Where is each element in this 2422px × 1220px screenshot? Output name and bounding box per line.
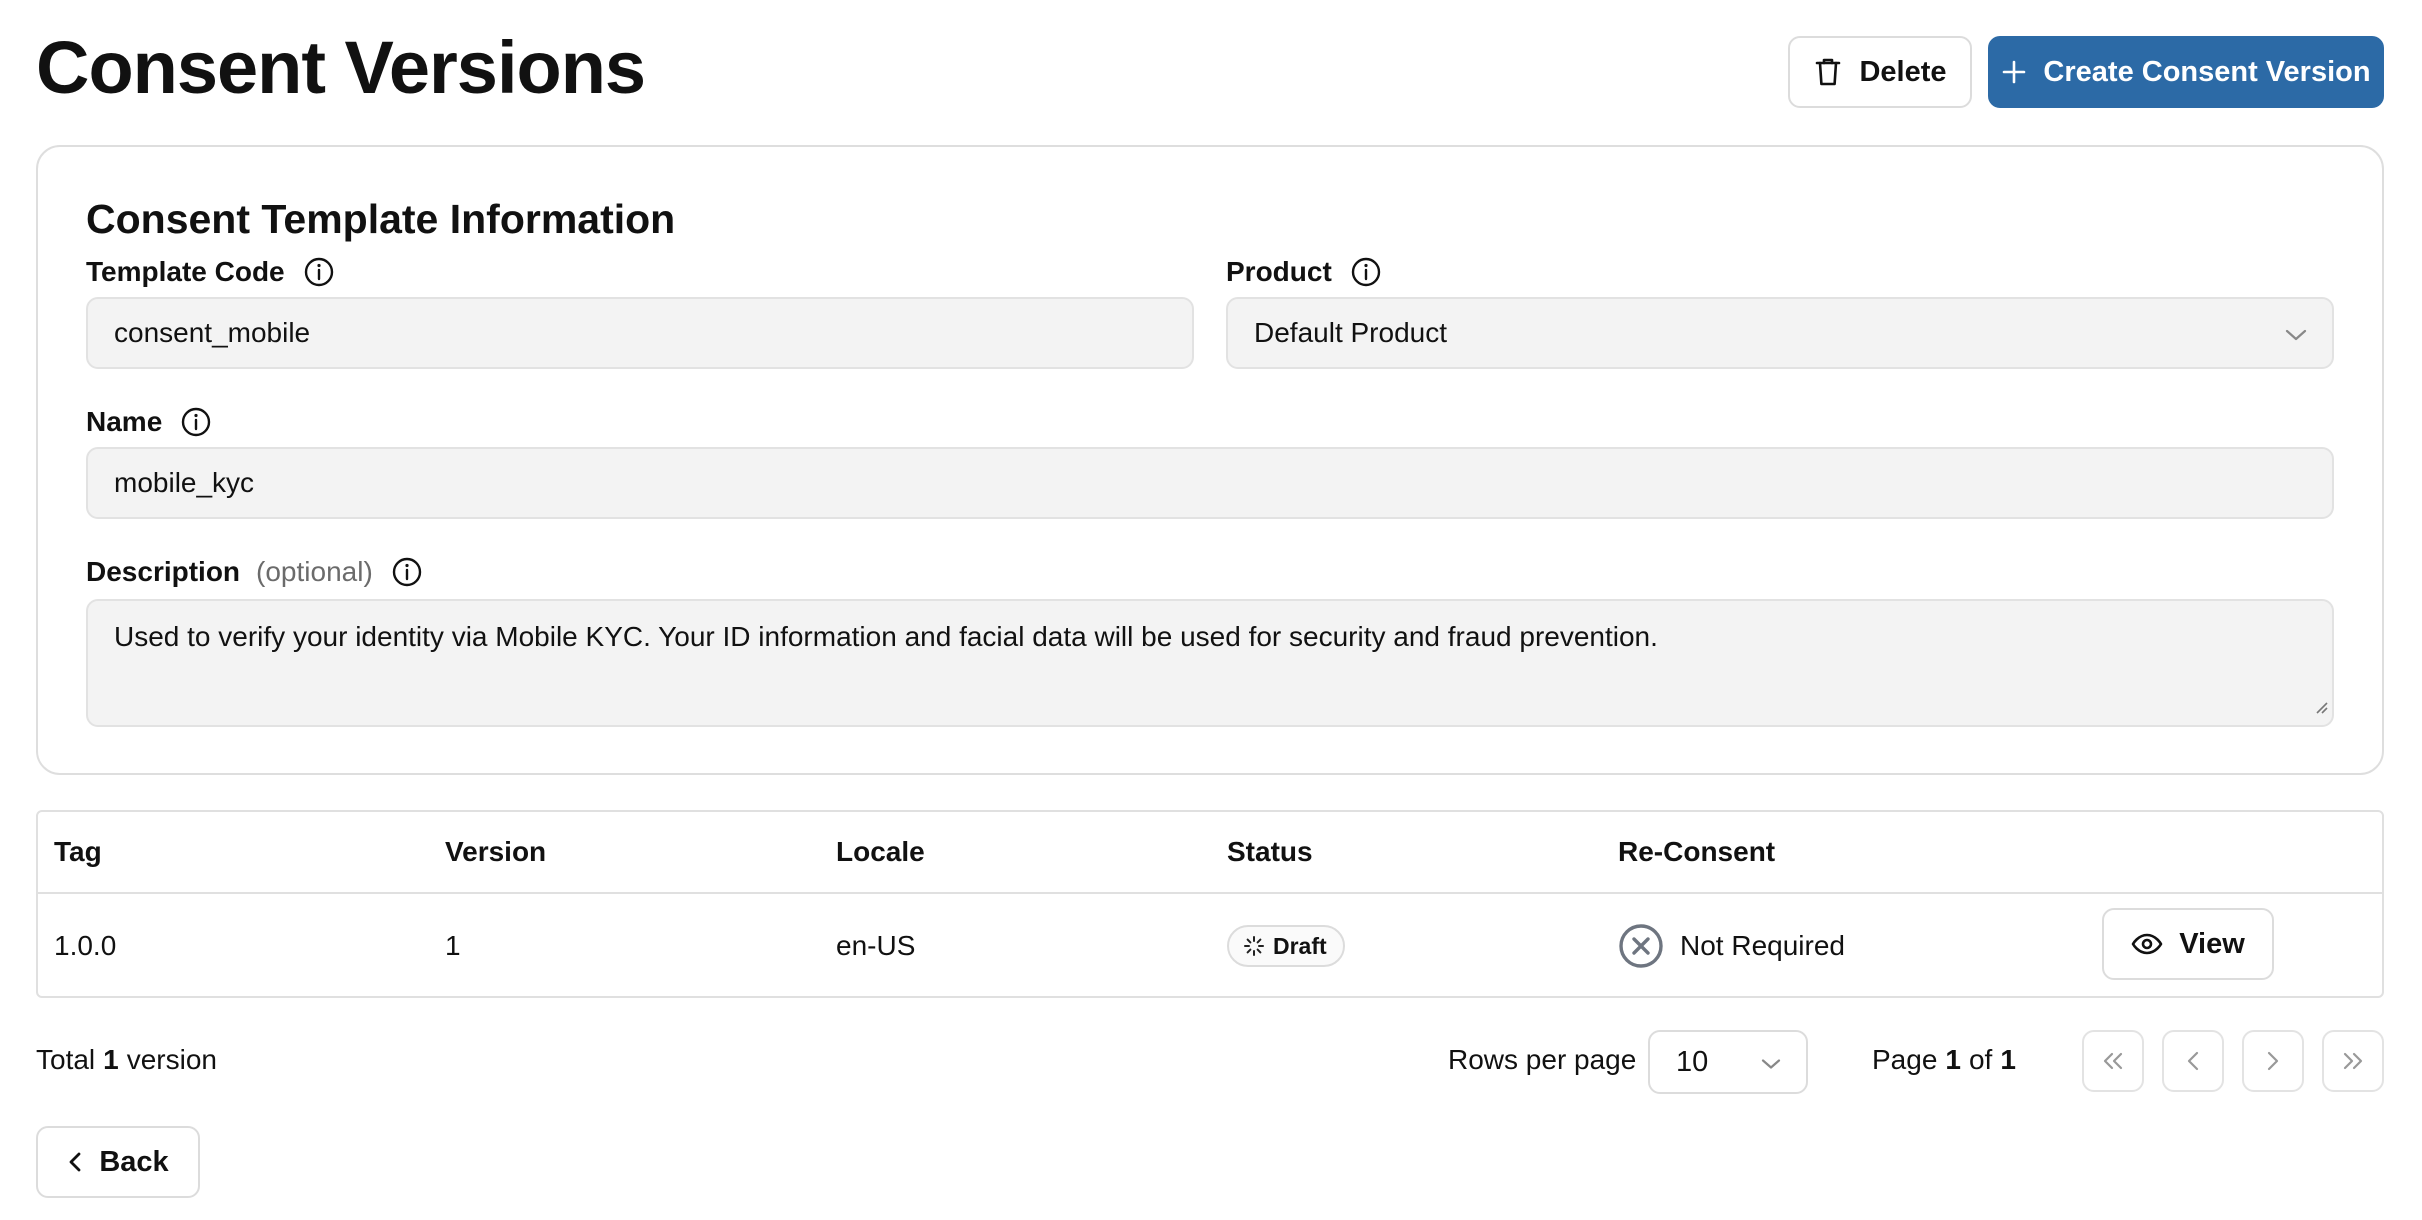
info-icon[interactable]	[303, 256, 335, 288]
next-page-button[interactable]	[2242, 1030, 2304, 1092]
total-count: 1	[103, 1044, 119, 1075]
rows-per-page-select[interactable]: 10	[1648, 1030, 1808, 1094]
create-button-label: Create Consent Version	[2043, 55, 2371, 88]
description-label: Description (optional)	[86, 551, 423, 593]
description-textarea[interactable]: Used to verify your identity via Mobile …	[86, 599, 2334, 727]
chevrons-left-icon	[2101, 1051, 2125, 1071]
status-badge-label: Draft	[1273, 932, 1327, 959]
chevron-left-icon	[67, 1150, 99, 1174]
rows-per-page-value: 10	[1676, 1045, 1709, 1078]
name-field[interactable]: mobile_kyc	[86, 447, 2334, 519]
first-page-button[interactable]	[2082, 1030, 2144, 1092]
back-button[interactable]: Back	[36, 1126, 200, 1198]
info-icon[interactable]	[1350, 256, 1382, 288]
status-badge: Draft	[1227, 925, 1345, 967]
template-code-field[interactable]: consent_mobile	[86, 297, 1194, 369]
product-select[interactable]: Default Product	[1226, 297, 2334, 369]
eye-icon	[2131, 932, 2179, 956]
product-label: Product	[1226, 251, 1382, 293]
description-value: Used to verify your identity via Mobile …	[114, 621, 1658, 652]
total-prefix: Total	[36, 1044, 96, 1075]
column-header-status: Status	[1227, 836, 1313, 867]
name-label: Name	[86, 401, 212, 443]
column-header-tag: Tag	[54, 836, 102, 867]
prev-page-button[interactable]	[2162, 1030, 2224, 1092]
name-value: mobile_kyc	[114, 467, 255, 498]
cell-reconsent: Not Required	[1618, 894, 1845, 998]
name-label-text: Name	[86, 406, 163, 437]
loader-icon	[1243, 935, 1273, 957]
info-icon[interactable]	[180, 406, 212, 438]
resize-handle-icon[interactable]	[2314, 689, 2328, 721]
page-prefix: Page	[1872, 1044, 1938, 1075]
page-current: 1	[1945, 1044, 1961, 1075]
template-code-label: Template Code	[86, 251, 335, 293]
versions-table: Tag Version Locale Status Re-Consent 1.0…	[36, 810, 2384, 998]
page-title: Consent Versions	[36, 26, 646, 109]
card-title: Consent Template Information	[86, 196, 676, 242]
create-consent-version-button[interactable]: Create Consent Version	[1988, 36, 2384, 108]
last-page-button[interactable]	[2322, 1030, 2384, 1092]
delete-button[interactable]: Delete	[1788, 36, 1972, 108]
total-count-text: Total 1 version	[36, 1038, 217, 1082]
column-header-locale: Locale	[836, 836, 925, 867]
optional-hint: (optional)	[256, 556, 373, 587]
delete-button-label: Delete	[1859, 55, 1947, 88]
info-icon[interactable]	[391, 556, 423, 588]
chevrons-right-icon	[2341, 1051, 2365, 1071]
total-suffix: version	[126, 1044, 217, 1075]
chevron-right-icon	[2266, 1050, 2280, 1072]
chevron-down-icon	[1760, 1046, 1782, 1079]
template-info-card: Consent Template Information Template Co…	[36, 145, 2384, 775]
cell-locale: en-US	[836, 930, 916, 961]
page-of: of	[1968, 1044, 1993, 1075]
back-button-label: Back	[99, 1145, 169, 1178]
column-header-reconsent: Re-Consent	[1618, 836, 1776, 867]
cell-tag: 1.0.0	[54, 930, 117, 961]
table-header: Tag Version Locale Status Re-Consent	[38, 812, 2382, 894]
cell-status: Draft	[1227, 894, 1345, 998]
chevron-down-icon	[2284, 317, 2308, 349]
view-button[interactable]: View	[2102, 908, 2274, 980]
rows-per-page-label: Rows per page	[1448, 1044, 1637, 1075]
page-indicator: Page 1 of 1	[1872, 1038, 2024, 1082]
column-header-version: Version	[445, 836, 547, 867]
cell-version: 1	[445, 930, 461, 961]
template-code-value: consent_mobile	[114, 317, 311, 348]
description-label-text: Description	[86, 556, 241, 587]
product-value: Default Product	[1254, 317, 1447, 348]
plus-icon	[2001, 59, 2043, 85]
reconsent-value: Not Required	[1680, 930, 1845, 961]
trash-icon	[1813, 56, 1859, 88]
page-total: 1	[2000, 1044, 2016, 1075]
product-label-text: Product	[1226, 256, 1332, 287]
template-code-label-text: Template Code	[86, 256, 285, 287]
chevron-left-icon	[2186, 1050, 2200, 1072]
x-circle-icon	[1618, 923, 1664, 969]
view-button-label: View	[2179, 927, 2245, 960]
